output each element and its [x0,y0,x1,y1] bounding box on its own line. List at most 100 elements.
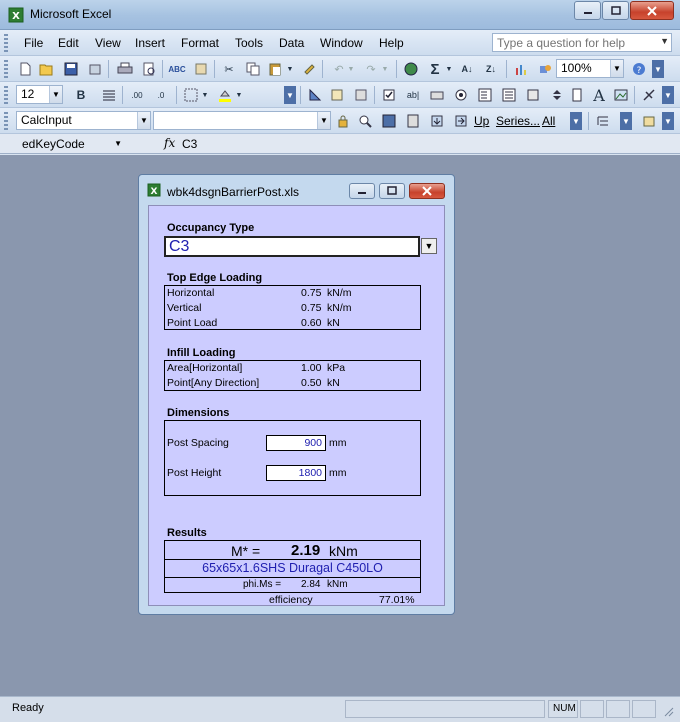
post-spacing-input[interactable]: 900 [266,435,326,451]
fx-icon[interactable]: fx [164,136,175,150]
style-dropdown-icon[interactable]: ▼ [137,112,150,129]
close-button[interactable] [630,1,674,20]
toolbar-grip[interactable] [4,60,8,78]
toolbar-grip[interactable] [4,112,8,130]
form-minimize-button[interactable] [349,183,375,199]
help-dropdown-icon[interactable]: ▼ [660,36,669,46]
toolbar-options-icon[interactable]: ▼ [620,112,632,130]
new-icon[interactable] [16,60,34,78]
font-size-dropdown-icon[interactable]: ▼ [49,86,62,103]
occupancy-value[interactable]: C3 [164,236,420,257]
formula-value[interactable]: C3 [182,137,197,151]
view-code-icon[interactable] [352,86,370,104]
blank-combo-dropdown-icon[interactable]: ▼ [317,112,330,129]
paste-dropdown-icon[interactable]: ▼ [285,60,295,78]
drawing-icon[interactable] [536,60,554,78]
zoom-in-icon[interactable] [356,112,374,130]
label-control-icon[interactable]: A [590,86,608,105]
spin-button-control-icon[interactable] [548,86,566,104]
resize-grip-icon[interactable] [662,705,674,720]
save-icon[interactable] [62,60,80,78]
open-icon[interactable] [38,60,56,78]
option-button-control-icon[interactable] [452,86,470,104]
undo-dropdown-icon[interactable]: ▼ [346,60,356,78]
autosum-dropdown-icon[interactable]: ▼ [444,60,454,78]
chart-wizard-icon[interactable] [512,60,530,78]
borders-dropdown-icon[interactable]: ▼ [200,86,210,104]
menu-tools[interactable]: Tools [235,36,263,50]
print-preview-icon[interactable] [140,60,158,78]
maximize-button[interactable] [602,1,629,20]
all-button[interactable]: All [542,114,555,128]
toolbar-options-icon[interactable]: ▼ [570,112,582,130]
menu-file[interactable]: File [24,36,43,50]
font-size-combo[interactable]: 12 ▼ [16,85,63,104]
lock-icon[interactable] [334,112,352,130]
menu-grip[interactable] [4,34,8,52]
help-search-input[interactable] [493,34,653,51]
permission-icon[interactable] [86,60,104,78]
borders-icon[interactable] [182,86,200,104]
toolbar-options-icon[interactable]: ▼ [662,112,674,130]
form-maximize-button[interactable] [379,183,405,199]
form-close-button[interactable] [409,183,445,199]
menu-data[interactable]: Data [279,36,304,50]
design-mode-icon[interactable] [306,86,324,104]
listbox-control-icon[interactable] [476,86,494,104]
toolbar-grip[interactable] [4,86,8,104]
paste-icon[interactable] [266,60,284,78]
hyperlink-icon[interactable] [402,60,420,78]
decrease-decimal-icon[interactable]: .0 [152,86,170,104]
sort-descending-icon[interactable]: Z↓ [482,60,500,78]
calc-icon[interactable] [404,112,422,130]
help-icon[interactable]: ? [630,60,648,78]
occupancy-dropdown-icon[interactable]: ▼ [421,238,437,254]
next-icon[interactable] [452,112,470,130]
toolbar-options-icon[interactable]: ▼ [662,86,674,104]
sort-ascending-icon[interactable]: A↓ [458,60,476,78]
button-control-icon[interactable] [428,86,446,104]
checkbox-control-icon[interactable] [380,86,398,104]
autosum-icon[interactable]: Σ [426,60,444,78]
minimize-button[interactable] [574,1,601,20]
cut-icon[interactable]: ✂ [220,60,238,78]
help-search-box[interactable]: ▼ [492,33,672,52]
download-icon[interactable] [428,112,446,130]
menu-edit[interactable]: Edit [58,36,79,50]
increase-decimal-icon[interactable]: .00 [128,86,146,104]
style-combo[interactable]: CalcInput ▼ [16,111,151,130]
toolbar-options-icon[interactable]: ▼ [284,86,296,104]
menu-format[interactable]: Format [181,36,219,50]
image-control-icon[interactable] [612,86,630,104]
properties-icon[interactable] [328,86,346,104]
blank-combo[interactable]: ▼ [153,111,331,130]
print-icon[interactable] [116,60,134,78]
spelling-icon[interactable]: ABC [168,60,186,78]
more-controls-icon[interactable] [640,86,658,104]
redo-dropdown-icon[interactable]: ▼ [380,60,390,78]
zoom-combo[interactable]: 100% ▼ [556,59,624,78]
name-box-dropdown-icon[interactable]: ▼ [114,135,122,153]
toggle-button-control-icon[interactable] [524,86,542,104]
formula-icon[interactable] [380,112,398,130]
redo-icon[interactable]: ↷ [362,60,380,78]
name-box[interactable]: edKeyCode ▼ [0,135,140,153]
occupancy-combo[interactable]: C3 ▼ [164,236,438,257]
format-painter-icon[interactable] [300,60,318,78]
review-icon[interactable] [640,112,658,130]
research-icon[interactable] [192,60,210,78]
menu-window[interactable]: Window [320,36,363,50]
series-button[interactable]: Series... [496,114,540,128]
textbox-control-icon[interactable]: ab| [404,86,422,104]
fill-color-icon[interactable] [216,86,234,104]
outline-icon[interactable] [594,112,612,130]
scrollbar-control-icon[interactable] [568,86,586,104]
combobox-control-icon[interactable] [500,86,518,104]
post-height-input[interactable]: 1800 [266,465,326,481]
bold-icon[interactable]: B [72,86,90,104]
copy-icon[interactable] [244,60,262,78]
up-button[interactable]: Up [474,114,489,128]
menu-help[interactable]: Help [379,36,404,50]
menu-insert[interactable]: Insert [135,36,165,50]
align-icon[interactable] [100,86,118,104]
